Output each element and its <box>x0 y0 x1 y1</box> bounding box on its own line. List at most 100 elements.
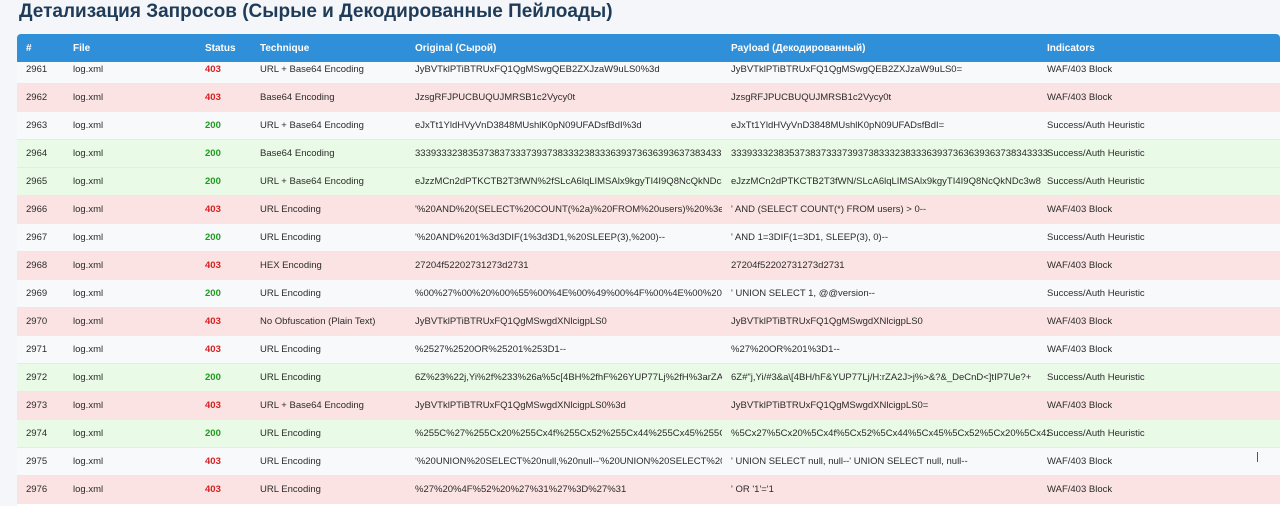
row-indicators: WAF/403 Block <box>1047 64 1113 75</box>
row-original: eJxTt1YldHVyVnD3848MUshlK0pN09UFADsfBdI%… <box>415 120 642 131</box>
header-indicators[interactable]: Indicators <box>1047 34 1095 62</box>
row-original: '%20UNION%20SELECT%20null,%20null--'%20U… <box>415 456 722 467</box>
row-indicators: WAF/403 Block <box>1047 456 1113 467</box>
row-technique: URL + Base64 Encoding <box>260 64 364 75</box>
row-payload: ' AND 1=3DIF(1=3D1, SLEEP(3), 0)-- <box>731 232 889 243</box>
row-status: 403 <box>205 344 221 355</box>
text-cursor-icon <box>1257 452 1258 462</box>
row-file: log.xml <box>73 148 104 159</box>
row-technique: URL + Base64 Encoding <box>260 400 364 411</box>
row-indicators: Success/Auth Heuristic <box>1047 428 1145 439</box>
row-indicators: WAF/403 Block <box>1047 204 1113 215</box>
row-technique: URL Encoding <box>260 232 321 243</box>
table-row[interactable]: 2968 log.xml 403 HEX Encoding 27204f52202731… <box>17 252 1280 280</box>
table-row[interactable]: 2962 log.xml 403 Base64 Encoding JzsgRFJPUCB… <box>17 84 1280 112</box>
row-indicators: Success/Auth Heuristic <box>1047 148 1145 159</box>
row-number: 2968 <box>26 260 48 271</box>
row-payload: JyBVTklPTiBTRUxFQ1QgMSwgQEB2ZXJzaW9uLS0= <box>731 64 963 75</box>
row-payload: eJxTt1YldHVyVnD3848MUshlK0pN09UFADsfBdI= <box>731 120 945 131</box>
row-technique: URL Encoding <box>260 456 321 467</box>
row-file: log.xml <box>73 260 104 271</box>
requests-table: # File Status Technique Original (Сырой)… <box>17 34 1280 506</box>
row-number: 2971 <box>26 344 48 355</box>
row-technique: No Obfuscation (Plain Text) <box>260 316 376 327</box>
row-indicators: Success/Auth Heuristic <box>1047 288 1145 299</box>
row-payload: ' UNION SELECT null, null--' UNION SELEC… <box>731 456 968 467</box>
table-row[interactable]: 2973 log.xml 403 URL + Base64 Encoding JyBVT… <box>17 392 1280 420</box>
row-status: 403 <box>205 92 221 103</box>
table-rows: 2961 log.xml 403 URL + Base64 Encoding JyBVT… <box>17 62 1280 504</box>
row-technique: URL Encoding <box>260 204 321 215</box>
table-row[interactable]: 2976 log.xml 403 URL Encoding %27%20%4F%52%2… <box>17 476 1280 504</box>
table-row[interactable]: 2969 log.xml 200 URL Encoding %00%27%00%20%0… <box>17 280 1280 308</box>
row-status: 403 <box>205 456 221 467</box>
header-payload[interactable]: Payload (Декодированный) <box>731 34 866 62</box>
row-status: 403 <box>205 484 221 495</box>
table-row[interactable]: 2975 log.xml 403 URL Encoding '%20UNION%20SE… <box>17 448 1280 476</box>
row-number: 2972 <box>26 372 48 383</box>
row-file: log.xml <box>73 204 104 215</box>
row-status: 200 <box>205 176 221 187</box>
row-indicators: Success/Auth Heuristic <box>1047 372 1145 383</box>
table-body[interactable]: 2961 log.xml 403 URL + Base64 Encoding JyBVT… <box>17 62 1280 506</box>
row-number: 2975 <box>26 456 48 467</box>
row-number: 2965 <box>26 176 48 187</box>
row-indicators: WAF/403 Block <box>1047 260 1113 271</box>
row-original: 27204f52202731273d2731 <box>415 260 529 271</box>
row-file: log.xml <box>73 64 104 75</box>
row-indicators: WAF/403 Block <box>1047 400 1113 411</box>
row-payload: %5Cx27%5Cx20%5Cx4f%5Cx52%5Cx44%5Cx45%5Cx… <box>731 428 1049 439</box>
row-file: log.xml <box>73 316 104 327</box>
table-row[interactable]: 2965 log.xml 200 URL + Base64 Encoding eJzzM… <box>17 168 1280 196</box>
row-file: log.xml <box>73 456 104 467</box>
row-original: 3339333238353738373337393738333238333639… <box>415 148 722 159</box>
row-payload: JzsgRFJPUCBUQUJMRSB1c2Vycy0t <box>731 92 892 103</box>
row-number: 2967 <box>26 232 48 243</box>
row-payload: eJzzMCn2dPTKCTB2T3fWN/SLcA6lqLIMSAlx9kgy… <box>731 176 1041 187</box>
row-number: 2974 <box>26 428 48 439</box>
row-original: JyBVTklPTiBTRUxFQ1QgMSwgdXNlcigpLS0 <box>415 316 607 327</box>
row-payload: JyBVTklPTiBTRUxFQ1QgMSwgdXNlcigpLS0 <box>731 316 923 327</box>
row-status: 403 <box>205 400 221 411</box>
row-original: '%20AND%201%3d3DIF(1%3d3D1,%20SLEEP(3),%… <box>415 232 665 243</box>
table-header: # File Status Technique Original (Сырой)… <box>17 34 1280 62</box>
header-num[interactable]: # <box>26 34 32 62</box>
row-number: 2969 <box>26 288 48 299</box>
row-indicators: WAF/403 Block <box>1047 316 1113 327</box>
header-file[interactable]: File <box>73 34 90 62</box>
row-status: 200 <box>205 288 221 299</box>
row-file: log.xml <box>73 372 104 383</box>
row-payload: 27204f52202731273d2731 <box>731 260 845 271</box>
row-payload: 3339333238353738373337393738333238333639… <box>731 148 1049 159</box>
row-file: log.xml <box>73 176 104 187</box>
row-indicators: Success/Auth Heuristic <box>1047 176 1145 187</box>
table-row[interactable]: 2966 log.xml 403 URL Encoding '%20AND%20(SEL… <box>17 196 1280 224</box>
row-technique: URL + Base64 Encoding <box>260 120 364 131</box>
row-file: log.xml <box>73 484 104 495</box>
table-row[interactable]: 2961 log.xml 403 URL + Base64 Encoding JyBVT… <box>17 62 1280 84</box>
row-original: 6Z%23%22j,Yi%2f%233%26a%5c[4BH%2fhF%26YU… <box>415 372 722 383</box>
row-number: 2961 <box>26 64 48 75</box>
row-number: 2964 <box>26 148 48 159</box>
row-indicators: Success/Auth Heuristic <box>1047 232 1145 243</box>
header-status[interactable]: Status <box>205 34 236 62</box>
table-row[interactable]: 2972 log.xml 200 URL Encoding 6Z%23%22j,Yi%2… <box>17 364 1280 392</box>
table-row[interactable]: 2971 log.xml 403 URL Encoding %2527%2520OR%2… <box>17 336 1280 364</box>
page-title: Детализация Запросов (Сырые и Декодирова… <box>19 1 613 22</box>
table-row[interactable]: 2963 log.xml 200 URL + Base64 Encoding eJxTt… <box>17 112 1280 140</box>
row-technique: Base64 Encoding <box>260 148 335 159</box>
row-payload: ' AND (SELECT COUNT(*) FROM users) > 0-- <box>731 204 927 215</box>
row-original: '%20AND%20(SELECT%20COUNT(%2a)%20FROM%20… <box>415 204 722 215</box>
row-original: %255C%27%255Cx20%255Cx4f%255Cx52%255Cx44… <box>415 428 722 439</box>
row-indicators: Success/Auth Heuristic <box>1047 120 1145 131</box>
row-status: 403 <box>205 260 221 271</box>
table-row[interactable]: 2974 log.xml 200 URL Encoding %255C%27%255Cx… <box>17 420 1280 448</box>
table-row[interactable]: 2970 log.xml 403 No Obfuscation (Plain Text… <box>17 308 1280 336</box>
table-row[interactable]: 2964 log.xml 200 Base64 Encoding 33393332383… <box>17 140 1280 168</box>
header-original[interactable]: Original (Сырой) <box>415 34 496 62</box>
row-payload: ' OR '1'='1 <box>731 484 774 495</box>
table-row[interactable]: 2967 log.xml 200 URL Encoding '%20AND%201%3d… <box>17 224 1280 252</box>
header-technique[interactable]: Technique <box>260 34 309 62</box>
row-status: 200 <box>205 120 221 131</box>
row-status: 200 <box>205 428 221 439</box>
